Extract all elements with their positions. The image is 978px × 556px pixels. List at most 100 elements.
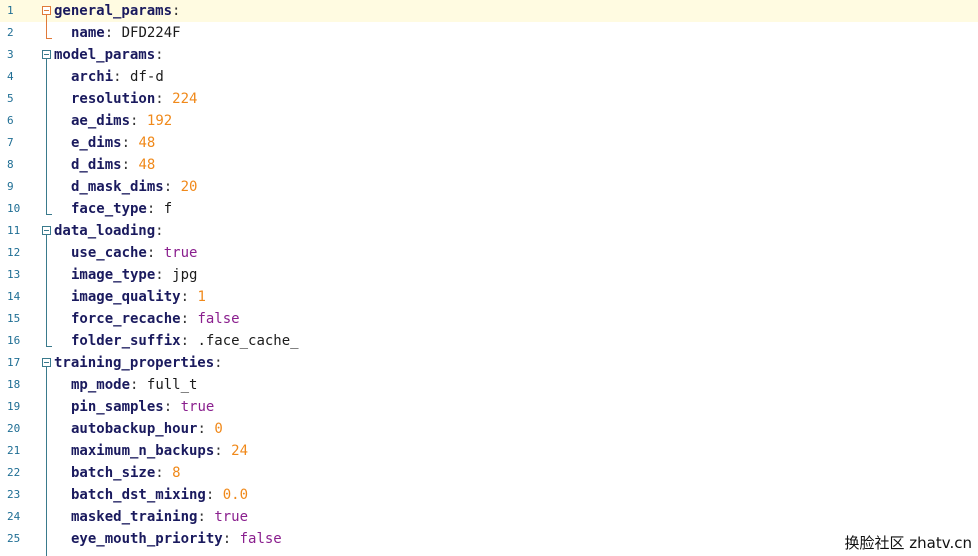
line-number: 18 [7, 378, 21, 391]
yaml-colon: : [205, 487, 215, 503]
yaml-colon: : [197, 509, 206, 525]
code-line[interactable]: 21 maximum_n_backups: 24 [0, 440, 978, 462]
code-text: face_type: f [71, 198, 172, 220]
yaml-key: eye_mouth_priority [71, 531, 223, 547]
line-number: 17 [7, 356, 21, 369]
line-number: 5 [7, 92, 14, 105]
fold-toggle-icon[interactable] [42, 358, 51, 367]
yaml-key: e_dims [71, 135, 122, 151]
line-number: 22 [7, 466, 21, 479]
yaml-key: face_type [71, 201, 147, 217]
fold-guide-end [46, 214, 52, 215]
code-text: batch_dst_mixing: 0.0 [71, 484, 248, 506]
code-line[interactable]: 22 batch_size: 8 [0, 462, 978, 484]
code-line[interactable]: 13 image_type: jpg [0, 264, 978, 286]
fold-toggle-icon[interactable] [42, 50, 51, 59]
code-line[interactable]: 16 folder_suffix: .face_cache_ [0, 330, 978, 352]
yaml-value: .face_cache_ [197, 333, 299, 349]
code-editor[interactable]: 1 general_params: 2 name: DFD224F 3 model_par… [0, 0, 978, 556]
yaml-key: force_recache [71, 311, 181, 327]
line-number: 1 [7, 4, 14, 17]
code-line[interactable]: 8 d_dims: 48 [0, 154, 978, 176]
code-line[interactable]: 2 name: DFD224F [0, 22, 978, 44]
yaml-key: pin_samples [71, 399, 164, 415]
code-line[interactable]: 1 general_params: [0, 0, 978, 22]
code-text: image_quality: 1 [71, 286, 206, 308]
yaml-key: training_properties [54, 355, 215, 371]
code-text: general_params: [54, 0, 180, 22]
line-number: 3 [7, 48, 14, 61]
yaml-colon: : [180, 311, 190, 327]
code-line[interactable]: 15 force_recache: false [0, 308, 978, 330]
fold-toggle-icon[interactable] [42, 226, 51, 235]
yaml-colon: : [155, 47, 164, 63]
yaml-colon: : [197, 421, 206, 437]
yaml-value: 48 [138, 135, 156, 151]
line-number: 11 [7, 224, 21, 237]
fold-guide-line [46, 235, 47, 346]
yaml-colon: : [163, 399, 173, 415]
code-line[interactable]: 12 use_cache: true [0, 242, 978, 264]
yaml-value: false [197, 311, 240, 327]
code-text: folder_suffix: .face_cache_ [71, 330, 299, 352]
yaml-value: 8 [172, 465, 181, 481]
code-line[interactable]: 7 e_dims: 48 [0, 132, 978, 154]
line-number: 9 [7, 180, 14, 193]
fold-toggle-icon[interactable] [42, 6, 51, 15]
code-line[interactable]: 14 image_quality: 1 [0, 286, 978, 308]
line-number: 14 [7, 290, 21, 303]
yaml-colon: : [155, 465, 164, 481]
code-line[interactable]: 23 batch_dst_mixing: 0.0 [0, 484, 978, 506]
yaml-key: image_type [71, 267, 156, 283]
yaml-colon: : [146, 245, 156, 261]
yaml-value: df-d [130, 69, 164, 85]
code-line[interactable]: 24 masked_training: true [0, 506, 978, 528]
line-number: 2 [7, 26, 14, 39]
code-line[interactable]: 11 data_loading: [0, 220, 978, 242]
code-text: e_dims: 48 [71, 132, 155, 154]
line-number: 8 [7, 158, 14, 171]
yaml-colon: : [146, 201, 156, 217]
code-line[interactable]: 18 mp_mode: full_t [0, 374, 978, 396]
yaml-colon: : [121, 157, 131, 173]
code-text: data_loading: [54, 220, 164, 242]
code-text: d_mask_dims: 20 [71, 176, 197, 198]
code-line[interactable]: 9 d_mask_dims: 20 [0, 176, 978, 198]
yaml-key: mp_mode [71, 377, 131, 393]
code-line[interactable]: 4 archi: df-d [0, 66, 978, 88]
code-line[interactable]: 6 ae_dims: 192 [0, 110, 978, 132]
yaml-value: 20 [180, 179, 198, 195]
line-number: 6 [7, 114, 14, 127]
yaml-colon: : [180, 333, 190, 349]
code-text: force_recache: false [71, 308, 240, 330]
yaml-colon: : [130, 113, 139, 129]
code-line[interactable]: 25 eye_mouth_priority: false [0, 528, 978, 550]
code-line[interactable]: 19 pin_samples: true [0, 396, 978, 418]
code-text: d_dims: 48 [71, 154, 155, 176]
yaml-value: true [214, 509, 249, 525]
code-text: eye_mouth_priority: false [71, 528, 282, 550]
yaml-colon: : [113, 69, 122, 85]
line-number: 12 [7, 246, 21, 259]
code-text: archi: df-d [71, 66, 164, 88]
line-number: 10 [7, 202, 21, 215]
line-number: 15 [7, 312, 21, 325]
yaml-key: ae_dims [71, 113, 131, 129]
yaml-value: 48 [138, 157, 156, 173]
yaml-colon: : [130, 377, 139, 393]
yaml-key: resolution [71, 91, 156, 107]
code-text: name: DFD224F [71, 22, 181, 44]
code-text: ae_dims: 192 [71, 110, 172, 132]
fold-guide-end [46, 38, 52, 39]
yaml-colon: : [180, 289, 190, 305]
yaml-key: data_loading [54, 223, 156, 239]
yaml-value: jpg [172, 267, 198, 283]
yaml-key: d_mask_dims [71, 179, 164, 195]
code-line[interactable]: 3 model_params: [0, 44, 978, 66]
code-line[interactable]: 17 training_properties: [0, 352, 978, 374]
code-line[interactable]: 10 face_type: f [0, 198, 978, 220]
yaml-key: name [71, 25, 105, 41]
code-line[interactable]: 5 resolution: 224 [0, 88, 978, 110]
yaml-value: 24 [231, 443, 249, 459]
code-line[interactable]: 20 autobackup_hour: 0 [0, 418, 978, 440]
